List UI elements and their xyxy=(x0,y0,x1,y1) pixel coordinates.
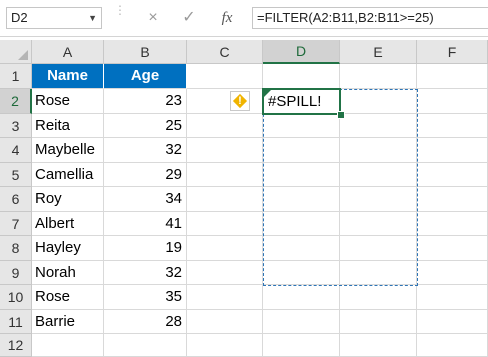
error-warning-button[interactable]: ! xyxy=(230,91,250,111)
empty-cell[interactable] xyxy=(187,236,263,261)
empty-cell[interactable] xyxy=(263,334,340,357)
cell-age[interactable]: 35 xyxy=(104,285,187,310)
cell-a12[interactable] xyxy=(32,334,104,357)
name-box-value: D2 xyxy=(11,10,28,25)
formula-input[interactable]: =FILTER(A2:B11,B2:B11>=25) xyxy=(252,7,488,29)
empty-cell[interactable] xyxy=(187,114,263,138)
column-header-b[interactable]: B xyxy=(104,40,187,64)
column-header-d[interactable]: D xyxy=(263,40,340,64)
empty-cell[interactable] xyxy=(417,138,488,163)
cell-f1[interactable] xyxy=(417,64,488,89)
empty-cell[interactable] xyxy=(417,310,488,334)
column-header-e[interactable]: E xyxy=(340,40,417,64)
empty-cell[interactable] xyxy=(417,236,488,261)
empty-cell[interactable] xyxy=(187,89,263,114)
row-header-7[interactable]: 7 xyxy=(0,212,32,236)
column-header-c[interactable]: C xyxy=(187,40,263,64)
cell-age[interactable]: 29 xyxy=(104,163,187,187)
name-box[interactable]: D2 ▼ xyxy=(6,7,102,29)
cell-age[interactable]: 23 xyxy=(104,89,187,114)
cell-age[interactable]: 32 xyxy=(104,261,187,285)
cell-age[interactable]: 34 xyxy=(104,187,187,212)
cell-b12[interactable] xyxy=(104,334,187,357)
select-all-button[interactable] xyxy=(0,40,32,64)
empty-cell[interactable] xyxy=(417,114,488,138)
cell-name[interactable]: Roy xyxy=(32,187,104,212)
cell-b1-header[interactable]: Age xyxy=(104,64,187,89)
formula-bar: D2 ▼ ⋮ × ✓ fx =FILTER(A2:B11,B2:B11>=25) xyxy=(0,0,488,37)
empty-cell[interactable] xyxy=(417,261,488,285)
warning-icon: ! xyxy=(238,95,242,107)
column-header-a[interactable]: A xyxy=(32,40,104,64)
empty-cell[interactable] xyxy=(187,138,263,163)
row-header-5[interactable]: 5 xyxy=(0,163,32,187)
row-header-9[interactable]: 9 xyxy=(0,261,32,285)
error-indicator-icon xyxy=(264,90,271,97)
select-all-icon xyxy=(18,50,28,60)
cell-name[interactable]: Rose xyxy=(32,89,104,114)
cell-a1-header[interactable]: Name xyxy=(32,64,104,89)
cell-name[interactable]: Hayley xyxy=(32,236,104,261)
empty-cell[interactable] xyxy=(417,187,488,212)
cell-age[interactable]: 32 xyxy=(104,138,187,163)
cell-age[interactable]: 25 xyxy=(104,114,187,138)
row-header-3[interactable]: 3 xyxy=(0,114,32,138)
enter-icon[interactable]: ✓ xyxy=(176,7,202,29)
empty-cell[interactable] xyxy=(340,310,417,334)
cancel-icon[interactable]: × xyxy=(140,7,166,29)
row-header-8[interactable]: 8 xyxy=(0,236,32,261)
cell-age[interactable]: 41 xyxy=(104,212,187,236)
spill-error-value: #SPILL! xyxy=(268,93,322,110)
empty-cell[interactable] xyxy=(187,285,263,310)
empty-cell[interactable] xyxy=(187,212,263,236)
column-header-f[interactable]: F xyxy=(417,40,488,64)
fill-handle[interactable] xyxy=(337,111,345,119)
empty-cell[interactable] xyxy=(340,334,417,357)
cell-age[interactable]: 28 xyxy=(104,310,187,334)
empty-cell[interactable] xyxy=(417,163,488,187)
cell-age[interactable]: 19 xyxy=(104,236,187,261)
row-header-4[interactable]: 4 xyxy=(0,138,32,163)
empty-cell[interactable] xyxy=(417,285,488,310)
empty-cell[interactable] xyxy=(187,261,263,285)
cell-name[interactable]: Barrie xyxy=(32,310,104,334)
empty-cell[interactable] xyxy=(417,334,488,357)
row-header-12[interactable]: 12 xyxy=(0,334,32,357)
empty-cell[interactable] xyxy=(417,212,488,236)
cell-name[interactable]: Camellia xyxy=(32,163,104,187)
cell-e1[interactable] xyxy=(340,64,417,89)
cell-name[interactable]: Reita xyxy=(32,114,104,138)
empty-cell[interactable] xyxy=(417,89,488,114)
row-header-10[interactable]: 10 xyxy=(0,285,32,310)
insert-function-icon[interactable]: fx xyxy=(214,7,240,29)
empty-cell[interactable] xyxy=(187,310,263,334)
cell-d1[interactable] xyxy=(263,64,340,89)
empty-cell[interactable] xyxy=(187,334,263,357)
chevron-down-icon[interactable]: ▼ xyxy=(88,8,97,28)
cell-name[interactable]: Rose xyxy=(32,285,104,310)
cell-name[interactable]: Albert xyxy=(32,212,104,236)
cell-name[interactable]: Maybelle xyxy=(32,138,104,163)
empty-cell[interactable] xyxy=(187,163,263,187)
grip-icon: ⋮ xyxy=(114,3,126,17)
row-header-11[interactable]: 11 xyxy=(0,310,32,334)
active-cell-d2[interactable]: #SPILL! xyxy=(262,88,341,115)
empty-cell[interactable] xyxy=(340,285,417,310)
formula-buttons: × ✓ fx xyxy=(130,7,250,29)
row-header-2[interactable]: 2 xyxy=(0,89,32,114)
cell-c1[interactable] xyxy=(187,64,263,89)
empty-cell[interactable] xyxy=(263,310,340,334)
row-header-1[interactable]: 1 xyxy=(0,64,32,89)
empty-cell[interactable] xyxy=(187,187,263,212)
empty-cell[interactable] xyxy=(263,285,340,310)
row-header-6[interactable]: 6 xyxy=(0,187,32,212)
cell-name[interactable]: Norah xyxy=(32,261,104,285)
